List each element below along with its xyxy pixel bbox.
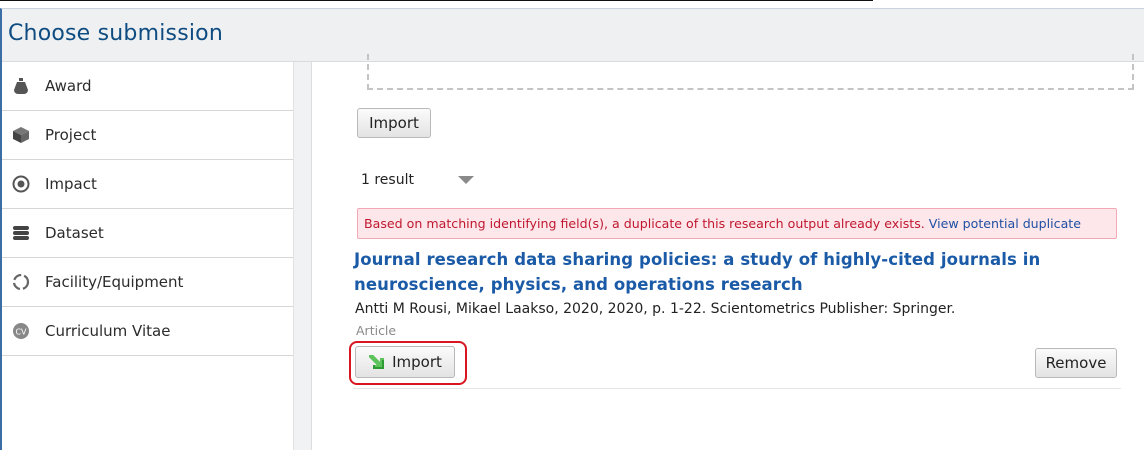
sidebar-item-impact[interactable]: Impact [2,160,293,209]
sidebar-item-label: Facility/Equipment [45,273,184,291]
top-rule [0,0,873,1]
svg-text:CV: CV [15,328,27,337]
sidebar-item-facility-equipment[interactable]: Facility/Equipment [2,258,293,307]
sidebar-item-curriculum-vitae[interactable]: CV Curriculum Vitae [2,307,293,356]
import-publication-button[interactable]: Import [355,346,455,378]
facility-ring-icon [12,273,30,291]
duplicate-warning: Based on matching identifying field(s), … [357,208,1117,239]
import-results-panel: Import 1 result Based on matching identi… [313,54,1144,450]
import-publication-label: Import [392,353,442,371]
result-count: 1 result [361,172,414,188]
publication-meta: Antti M Rousi, Mikael Laakso, 2020, 2020… [355,301,956,317]
dataset-stack-icon [13,226,29,240]
impact-target-icon [12,175,30,193]
remove-button[interactable]: Remove [1035,348,1117,378]
sidebar-item-award[interactable]: Award [2,62,293,111]
file-drop-zone[interactable] [367,54,1134,90]
sidebar-item-label: Project [45,126,97,144]
view-potential-duplicate-link[interactable]: View potential duplicate [929,216,1081,231]
sidebar-item-label: Impact [45,175,97,193]
sidebar-item-dataset[interactable]: Dataset [2,209,293,258]
cv-badge-icon: CV [13,323,29,339]
import-arrow-icon [369,355,385,369]
publication-type: Article [356,323,397,338]
award-bag-icon [14,78,28,94]
sidebar-item-project[interactable]: Project [2,111,293,160]
sidebar-item-label: Curriculum Vitae [45,322,171,340]
result-separator [353,388,1121,389]
publication-title[interactable]: Journal research data sharing policies: … [354,247,1124,297]
import-file-button[interactable]: Import [357,108,431,138]
dialog-title: Choose submission [8,21,223,46]
panel-divider [293,62,312,450]
chevron-down-icon[interactable] [458,176,474,184]
duplicate-warning-message: Based on matching identifying field(s), … [364,216,925,231]
sidebar-item-label: Dataset [45,224,104,242]
submission-type-sidebar: Award Project Impact Dataset Facility/Eq… [2,62,293,450]
project-cube-icon [13,127,29,143]
sidebar-item-label: Award [45,77,92,95]
